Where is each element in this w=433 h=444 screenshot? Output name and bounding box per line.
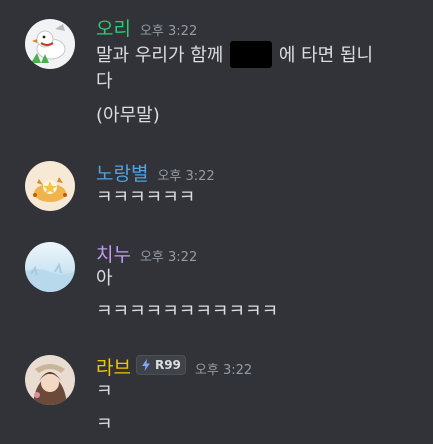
spoiler-block[interactable] [230, 41, 273, 68]
message-text: (아무말) [96, 105, 160, 126]
message-text: ㅋㅋㅋㅋㅋㅋㅋㅋㅋㅋㅋ [96, 301, 279, 322]
username[interactable]: 노랑별 [96, 159, 148, 186]
lightning-icon [141, 359, 150, 371]
message-text: 다 [96, 71, 113, 92]
message-text: ㅋㅋㅋㅋㅋㅋ [96, 187, 196, 208]
timestamp: 오후 3:22 [139, 24, 198, 39]
timestamp: 오후 3:22 [194, 363, 253, 378]
server-tag-badge[interactable]: R99 [135, 355, 186, 375]
message-text-part: 에 타면 됩니 [278, 45, 374, 66]
message-text: 말과 우리가 함께 에 타면 됩니 [96, 41, 373, 69]
message-text-part: 말과 우리가 함께 [96, 45, 224, 66]
sky-avatar[interactable] [25, 242, 75, 292]
username[interactable]: 오리 [96, 14, 131, 41]
timestamp: 오후 3:22 [139, 250, 198, 265]
girl-avatar[interactable] [25, 355, 75, 405]
message-text: ㅋ [96, 414, 113, 435]
duck-avatar[interactable] [25, 19, 75, 69]
yellow-star-avatar[interactable] [25, 161, 75, 211]
message-text: 아 [96, 268, 113, 289]
server-tag-label: R99 [154, 358, 181, 372]
chat-messages: 오리 오후 3:22 말과 우리가 함께 에 타면 됩니 다 (아무말) 노랑별 [0, 0, 433, 444]
username[interactable]: 라브 [96, 353, 131, 380]
timestamp: 오후 3:22 [157, 169, 215, 184]
username[interactable]: 치누 [96, 240, 131, 267]
message-text: ㅋ [96, 381, 113, 402]
